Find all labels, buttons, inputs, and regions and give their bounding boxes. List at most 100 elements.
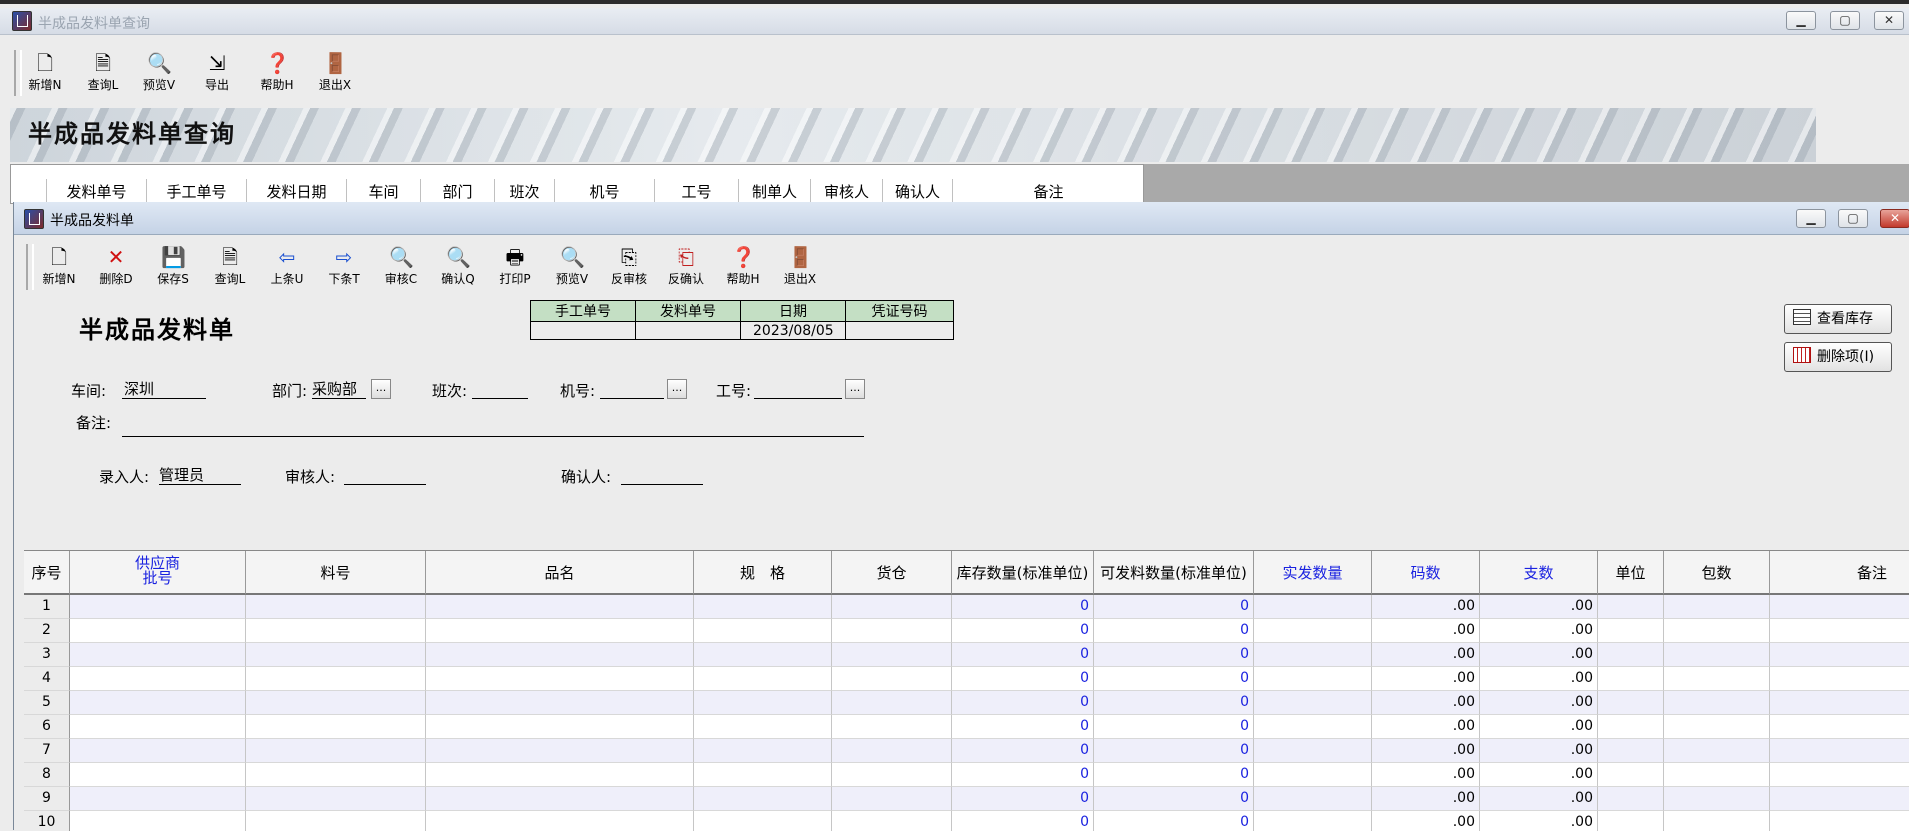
next-button[interactable]: ⇨ 下条T	[315, 242, 373, 292]
cell-supplier-batch[interactable]	[70, 667, 246, 691]
cell-supplier-batch[interactable]	[70, 763, 246, 787]
cell-part-no[interactable]	[246, 787, 426, 811]
table-row[interactable]: 7 0 0 .00.00	[24, 739, 1909, 763]
cell-name[interactable]	[426, 739, 694, 763]
cell-piece-count[interactable]: .00	[1480, 715, 1598, 739]
cell-remark[interactable]	[1770, 691, 1909, 715]
cell-part-no[interactable]	[246, 811, 426, 831]
cell-part-no[interactable]	[246, 643, 426, 667]
cell-code-count[interactable]: .00	[1372, 619, 1480, 643]
cell-spec[interactable]	[694, 667, 832, 691]
col-warehouse[interactable]: 货仓	[832, 551, 952, 595]
cell-issuable-qty[interactable]: 0	[1094, 691, 1254, 715]
preview-button[interactable]: 🔍 预览V	[543, 242, 601, 292]
col-unit[interactable]: 单位	[1598, 551, 1664, 595]
query-window-titlebar[interactable]: 半成品发料单查询 ▁ ▢ ✕	[0, 8, 1909, 35]
reviewer-field[interactable]	[344, 466, 426, 485]
cell-stock-qty[interactable]: 0	[952, 715, 1094, 739]
cell-actual-qty[interactable]	[1254, 787, 1372, 811]
cell-code-count[interactable]: .00	[1372, 595, 1480, 619]
col-package[interactable]: 包数	[1664, 551, 1770, 595]
col-code-count[interactable]: 码数	[1372, 551, 1480, 595]
close-button[interactable]: ✕	[1874, 11, 1904, 30]
cell-name[interactable]	[426, 787, 694, 811]
cell-code-count[interactable]: .00	[1372, 643, 1480, 667]
cell-unit[interactable]	[1598, 691, 1664, 715]
table-row[interactable]: 10 0 0 .00.00	[24, 811, 1909, 831]
col-index[interactable]: 序号	[24, 551, 70, 595]
table-row[interactable]: 4 0 0 .00.00	[24, 667, 1909, 691]
cell-actual-qty[interactable]	[1254, 715, 1372, 739]
cell-unit[interactable]	[1598, 763, 1664, 787]
cell-warehouse[interactable]	[832, 763, 952, 787]
cell-unit[interactable]	[1598, 787, 1664, 811]
col-actual-qty[interactable]: 实发数量	[1254, 551, 1372, 595]
issue-form-titlebar[interactable]: 半成品发料单 ▁ ▢ ✕	[14, 202, 1909, 235]
col-supplier-batch[interactable]: 供应商 批号	[70, 551, 246, 595]
entry-person-field[interactable]: 管理员	[159, 466, 241, 485]
date-input[interactable]: 2023/08/05	[740, 321, 846, 340]
minimize-button[interactable]: ▁	[1786, 11, 1816, 30]
cell-stock-qty[interactable]: 0	[952, 691, 1094, 715]
cell-actual-qty[interactable]	[1254, 691, 1372, 715]
cell-name[interactable]	[426, 715, 694, 739]
query-search-button[interactable]: 🗎 查询L	[74, 48, 132, 98]
cell-actual-qty[interactable]	[1254, 595, 1372, 619]
manual-no-input[interactable]	[530, 321, 636, 340]
form-minimize-button[interactable]: ▁	[1796, 209, 1826, 228]
cell-warehouse[interactable]	[832, 619, 952, 643]
cell-supplier-batch[interactable]	[70, 643, 246, 667]
cell-piece-count[interactable]: .00	[1480, 787, 1598, 811]
approve-button[interactable]: 🔍 审核C	[372, 242, 430, 292]
cell-supplier-batch[interactable]	[70, 715, 246, 739]
cell-actual-qty[interactable]	[1254, 667, 1372, 691]
cell-name[interactable]	[426, 811, 694, 831]
query-export-button[interactable]: ⇲ 导出	[188, 48, 246, 98]
cell-stock-qty[interactable]: 0	[952, 739, 1094, 763]
confirm-button[interactable]: 🔍 确认Q	[429, 242, 487, 292]
cell-warehouse[interactable]	[832, 691, 952, 715]
cell-piece-count[interactable]: .00	[1480, 619, 1598, 643]
cell-part-no[interactable]	[246, 667, 426, 691]
dept-picker-button[interactable]: ...	[371, 379, 391, 399]
print-button[interactable]: 🖶 打印P	[486, 242, 544, 292]
cell-piece-count[interactable]: .00	[1480, 595, 1598, 619]
cell-spec[interactable]	[694, 739, 832, 763]
cell-spec[interactable]	[694, 643, 832, 667]
cell-piece-count[interactable]: .00	[1480, 643, 1598, 667]
cell-package[interactable]	[1664, 595, 1770, 619]
table-row[interactable]: 2 0 0 .00.00	[24, 619, 1909, 643]
cell-remark[interactable]	[1770, 643, 1909, 667]
cell-name[interactable]	[426, 763, 694, 787]
cell-spec[interactable]	[694, 763, 832, 787]
cell-code-count[interactable]: .00	[1372, 763, 1480, 787]
cell-unit[interactable]	[1598, 643, 1664, 667]
cell-warehouse[interactable]	[832, 739, 952, 763]
cell-spec[interactable]	[694, 619, 832, 643]
table-row[interactable]: 3 0 0 .00.00	[24, 643, 1909, 667]
cell-package[interactable]	[1664, 787, 1770, 811]
issue-no-input[interactable]	[635, 321, 741, 340]
cell-remark[interactable]	[1770, 619, 1909, 643]
cell-spec[interactable]	[694, 715, 832, 739]
cell-issuable-qty[interactable]: 0	[1094, 643, 1254, 667]
cell-stock-qty[interactable]: 0	[952, 787, 1094, 811]
table-row[interactable]: 9 0 0 .00.00	[24, 787, 1909, 811]
cell-unit[interactable]	[1598, 595, 1664, 619]
cell-package[interactable]	[1664, 691, 1770, 715]
cell-unit[interactable]	[1598, 811, 1664, 831]
cell-supplier-batch[interactable]	[70, 739, 246, 763]
cell-part-no[interactable]	[246, 691, 426, 715]
cell-actual-qty[interactable]	[1254, 643, 1372, 667]
cell-spec[interactable]	[694, 787, 832, 811]
cell-package[interactable]	[1664, 811, 1770, 831]
cell-piece-count[interactable]: .00	[1480, 739, 1598, 763]
cell-remark[interactable]	[1770, 667, 1909, 691]
cell-supplier-batch[interactable]	[70, 595, 246, 619]
query-new-button[interactable]: 🗋 新增N	[16, 48, 74, 98]
new-button[interactable]: 🗋 新增N	[30, 242, 88, 292]
cell-package[interactable]	[1664, 619, 1770, 643]
shift-field[interactable]	[472, 380, 528, 399]
cell-warehouse[interactable]	[832, 811, 952, 831]
cell-stock-qty[interactable]: 0	[952, 667, 1094, 691]
